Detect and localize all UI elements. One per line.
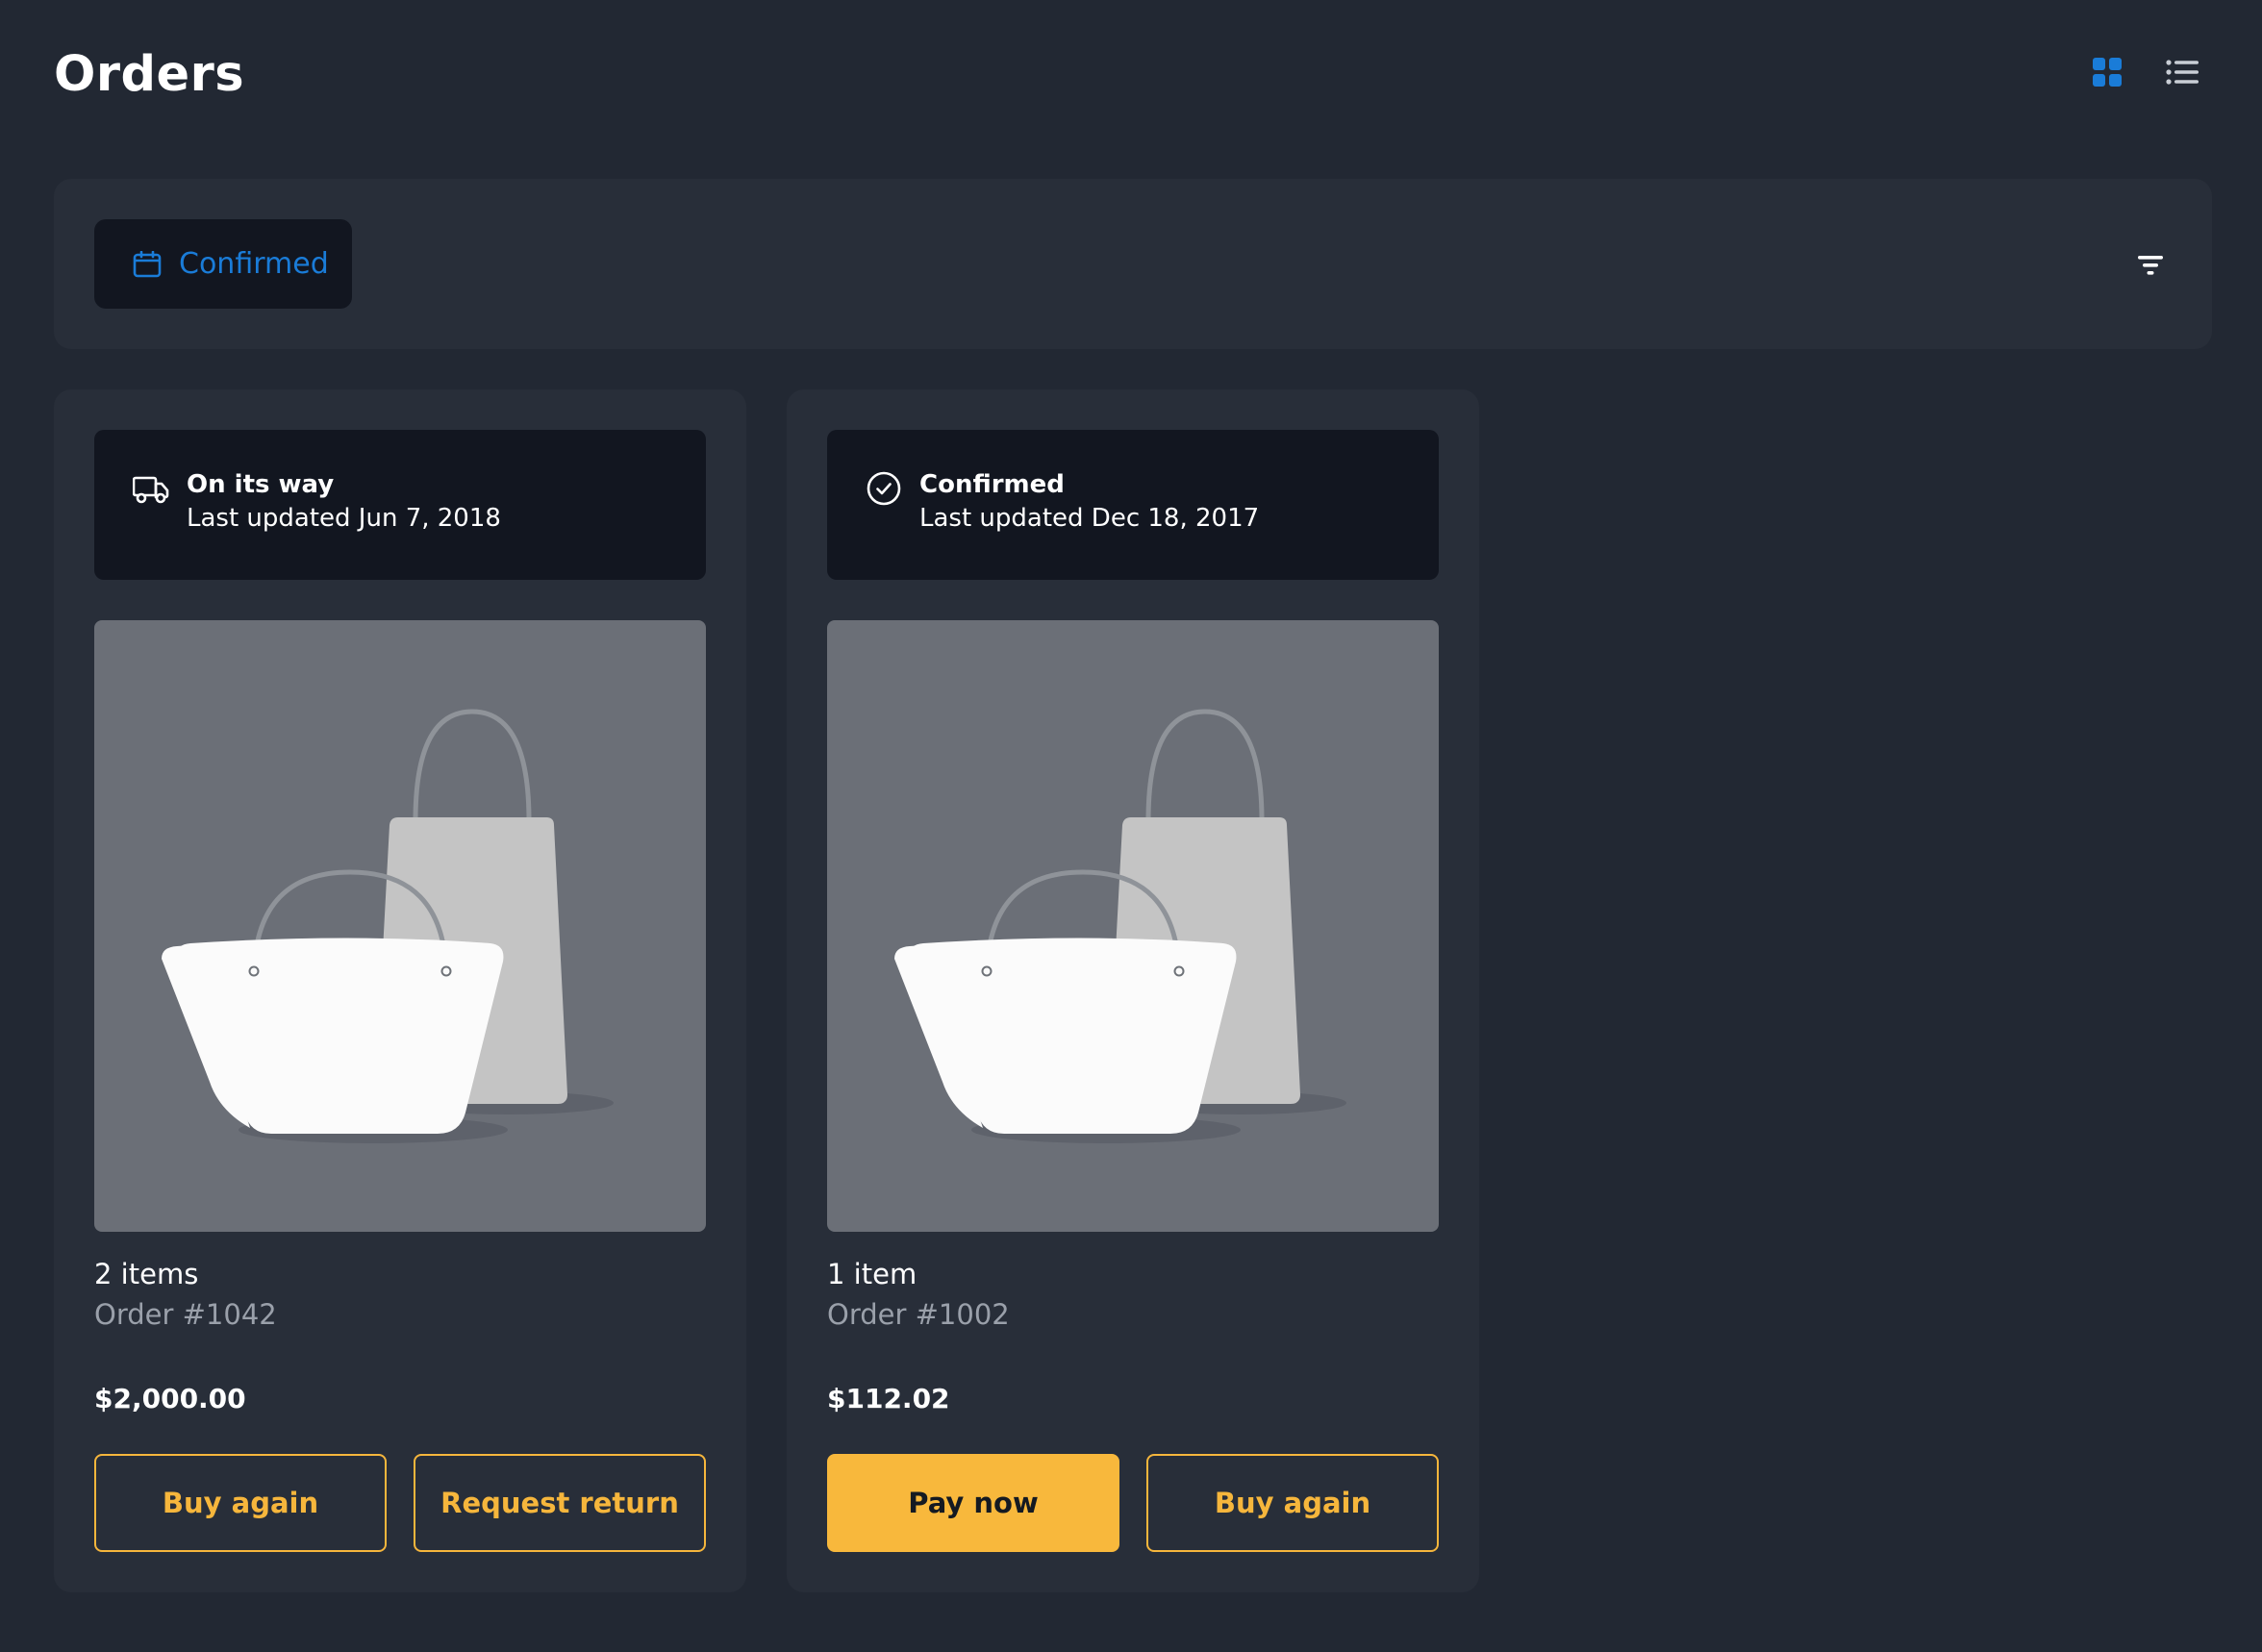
status-filter-label: Confirmed	[179, 247, 329, 281]
order-status-panel: On its way Last updated Jun 7, 2018	[94, 430, 706, 580]
check-circle-icon	[867, 471, 901, 506]
page-title: Orders	[54, 46, 245, 103]
order-product-image	[827, 620, 1439, 1232]
order-number: Order #1042	[94, 1298, 277, 1331]
calendar-icon	[133, 250, 162, 277]
order-total: $2,000.00	[94, 1383, 246, 1414]
order-last-updated: Last updated Dec 18, 2017	[919, 504, 1260, 533]
shopping-bags-illustration	[162, 709, 614, 1143]
order-items-count: 2 items	[94, 1258, 199, 1290]
grid-view-icon	[2093, 58, 2122, 87]
order-actions: Buy again Request return	[94, 1454, 706, 1552]
order-last-updated: Last updated Jun 7, 2018	[187, 504, 501, 533]
order-status: On its way	[187, 470, 335, 499]
filter-bar: Confirmed	[54, 179, 2212, 349]
order-number: Order #1002	[827, 1298, 1010, 1331]
buy-again-button[interactable]: Buy again	[1146, 1454, 1439, 1552]
order-actions: Pay now Buy again	[827, 1454, 1439, 1552]
order-total: $112.02	[827, 1383, 950, 1414]
order-card[interactable]: On its way Last updated Jun 7, 2018 2 it…	[54, 389, 746, 1592]
list-view-icon	[2166, 60, 2199, 85]
status-filter-chip[interactable]: Confirmed	[94, 219, 352, 309]
order-status: Confirmed	[919, 470, 1065, 499]
shopping-bags-illustration	[894, 709, 1346, 1143]
pay-now-button[interactable]: Pay now	[827, 1454, 1119, 1552]
order-status-panel: Confirmed Last updated Dec 18, 2017	[827, 430, 1439, 580]
filter-icon	[2138, 256, 2163, 275]
list-view-button[interactable]	[2166, 56, 2199, 88]
order-items-count: 1 item	[827, 1258, 917, 1290]
orders-grid: On its way Last updated Jun 7, 2018 2 it…	[54, 389, 1479, 1592]
truck-icon	[133, 476, 169, 504]
order-product-image	[94, 620, 706, 1232]
grid-view-button[interactable]	[2091, 56, 2124, 88]
buy-again-button[interactable]: Buy again	[94, 1454, 387, 1552]
view-toggle-group	[2091, 56, 2199, 88]
order-card[interactable]: Confirmed Last updated Dec 18, 2017 1 it…	[787, 389, 1479, 1592]
request-return-button[interactable]: Request return	[414, 1454, 706, 1552]
filter-button[interactable]	[2131, 246, 2170, 285]
